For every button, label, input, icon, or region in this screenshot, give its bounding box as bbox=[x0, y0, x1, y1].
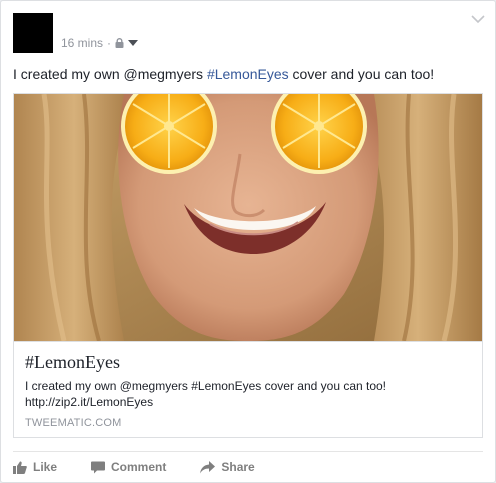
meta-separator: · bbox=[107, 36, 112, 50]
feed-post: 16 mins · I created my own @megmyers #Le… bbox=[0, 0, 496, 483]
comment-button[interactable]: Comment bbox=[91, 460, 166, 474]
link-preview-title[interactable]: #LemonEyes bbox=[25, 350, 120, 374]
avatar[interactable] bbox=[13, 13, 53, 53]
chevron-down-icon[interactable] bbox=[471, 14, 485, 24]
share-icon bbox=[200, 460, 216, 473]
link-preview-image[interactable] bbox=[14, 94, 482, 341]
thumbs-up-icon bbox=[13, 461, 27, 474]
post-timestamp[interactable]: 16 mins bbox=[61, 36, 103, 50]
link-preview-description: I created my own @megmyers #LemonEyes co… bbox=[25, 379, 387, 409]
like-label: Like bbox=[33, 460, 58, 474]
link-preview-domain: TWEEMATIC.COM bbox=[25, 417, 122, 429]
link-preview-details[interactable]: #LemonEyes I created my own @megmyers #L… bbox=[14, 341, 482, 437]
lock-icon[interactable] bbox=[115, 38, 124, 48]
post-text-before: I created my own @megmyers bbox=[13, 66, 207, 82]
share-label: Share bbox=[221, 460, 255, 474]
share-button[interactable]: Share bbox=[200, 460, 255, 474]
comment-label: Comment bbox=[111, 460, 167, 474]
privacy-dropdown-icon[interactable] bbox=[128, 40, 139, 46]
link-preview-card[interactable]: #LemonEyes I created my own @megmyers #L… bbox=[13, 93, 483, 438]
post-text-after: cover and you can too! bbox=[288, 66, 435, 82]
like-button[interactable]: Like bbox=[13, 460, 57, 474]
post-meta: 16 mins · bbox=[61, 36, 139, 50]
post-actions: Like Comment Share bbox=[13, 456, 483, 478]
actions-divider bbox=[13, 451, 483, 452]
comment-icon bbox=[91, 461, 106, 473]
hashtag-link[interactable]: #LemonEyes bbox=[207, 66, 289, 82]
post-text: I created my own @megmyers #LemonEyes co… bbox=[13, 65, 434, 83]
